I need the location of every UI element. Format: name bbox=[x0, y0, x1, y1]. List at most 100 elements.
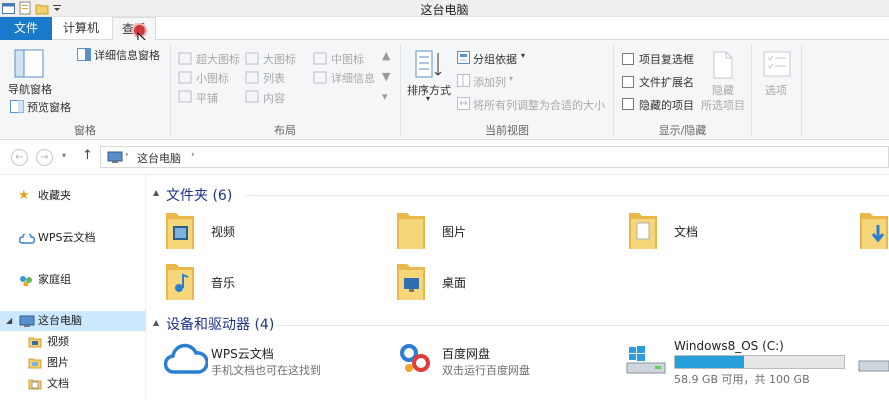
nav-item-this-pc[interactable]: ◢ 这台电脑 bbox=[0, 311, 146, 331]
item-checkboxes-checkbox[interactable] bbox=[622, 53, 634, 65]
layout-icons-col1 bbox=[178, 52, 192, 103]
nav-item-favorites[interactable]: ★ 收藏夹 bbox=[0, 186, 146, 206]
this-pc-icon bbox=[19, 315, 35, 327]
layout-extra-large-icons[interactable]: 超大图标 bbox=[196, 51, 240, 67]
layout-medium-icons[interactable]: 中图标 bbox=[331, 51, 364, 67]
layout-list[interactable]: 列表 bbox=[263, 70, 285, 86]
homegroup-icon bbox=[20, 276, 32, 287]
nav-item-videos[interactable]: 视频 bbox=[0, 332, 146, 352]
fit-columns-icon bbox=[457, 97, 470, 110]
layout-icons-col3 bbox=[313, 52, 327, 84]
options-icon bbox=[763, 51, 791, 77]
preview-pane-icon bbox=[10, 100, 24, 113]
window-title: 这台电脑 bbox=[420, 3, 469, 17]
windows-drive-icon bbox=[626, 346, 666, 374]
device-name: 百度网盘 bbox=[442, 347, 491, 361]
documents-folder-icon bbox=[629, 213, 657, 249]
title-bar: 这台电脑 bbox=[0, 0, 889, 17]
details-pane-icon bbox=[77, 48, 91, 61]
layout-scroll-up-icon[interactable]: ▲ bbox=[382, 49, 390, 62]
devices-collapse-icon[interactable]: ▲ bbox=[153, 318, 159, 327]
nav-item-wps-cloud[interactable]: WPS云文档 bbox=[0, 228, 146, 248]
nav-pane-label: 导航窗格 bbox=[8, 83, 52, 96]
show-hide-group-label: 显示/隐藏 bbox=[658, 124, 707, 137]
ribbon-separator bbox=[751, 44, 752, 136]
layout-content[interactable]: 内容 bbox=[263, 90, 285, 106]
device-subtitle: 58.9 GB 可用，共 100 GB bbox=[674, 373, 810, 386]
folder-label: 视频 bbox=[211, 225, 236, 239]
folders-section-header[interactable]: 文件夹 (6) bbox=[166, 185, 232, 205]
layout-expand-icon[interactable]: ▾ bbox=[382, 90, 388, 103]
nav-item-documents[interactable]: 文档 bbox=[0, 374, 146, 394]
nav-item-pictures[interactable]: 图片 bbox=[0, 353, 146, 373]
breadcrumb-separator-icon[interactable]: › bbox=[125, 150, 129, 160]
back-button[interactable]: ← bbox=[11, 149, 28, 166]
ribbon: 导航窗格 预览窗格 详细信息窗格 窗格 超大图标 大图标 中图标 小图标 列表 … bbox=[0, 40, 889, 140]
add-column-button[interactable]: 添加列 bbox=[473, 74, 506, 90]
nav-item-label: WPS云文档 bbox=[38, 231, 96, 244]
devices-section-header[interactable]: 设备和驱动器 (4) bbox=[166, 314, 274, 334]
content-area: ▲ 文件夹 (6) 视频 图片 文档 音乐 桌面 ▲ 设备和驱动器 (4) WP… bbox=[147, 175, 889, 400]
item-checkboxes-label: 项目复选框 bbox=[639, 53, 694, 66]
drive-usage-fill bbox=[675, 356, 745, 368]
drive-icon bbox=[858, 360, 889, 372]
layout-large-icons[interactable]: 大图标 bbox=[263, 51, 296, 67]
tab-file[interactable]: 文件 bbox=[0, 17, 52, 40]
group-by-icon bbox=[457, 51, 470, 64]
music-folder-icon bbox=[166, 264, 194, 300]
breadcrumb[interactable]: 这台电脑 bbox=[137, 150, 181, 166]
panes-group-label: 窗格 bbox=[74, 124, 96, 137]
folder-label: 文档 bbox=[674, 225, 699, 239]
group-by-dropdown-icon[interactable]: ▾ bbox=[521, 51, 525, 60]
up-button[interactable]: ↑ bbox=[82, 148, 93, 163]
nav-item-label: 图片 bbox=[47, 356, 69, 369]
nav-item-homegroup[interactable]: 家庭组 bbox=[0, 270, 146, 290]
ribbon-separator bbox=[801, 44, 802, 136]
recent-locations-icon[interactable]: ▾ bbox=[62, 151, 66, 160]
sort-icon bbox=[415, 50, 442, 78]
breadcrumb-separator-icon[interactable]: › bbox=[191, 150, 195, 160]
device-name: Windows8_OS (C:) bbox=[674, 339, 784, 353]
address-bar: ← → ▾ ↑ › 这台电脑 › bbox=[0, 141, 889, 175]
navigation-pane: ★ 收藏夹 WPS云文档 家庭组 ◢ 这台电脑 视频 图片 文档 bbox=[0, 175, 146, 400]
documents-folder-icon bbox=[28, 379, 42, 390]
wps-cloud-icon bbox=[164, 343, 208, 374]
desktop-folder-icon bbox=[397, 264, 425, 300]
layout-scroll-down-icon[interactable]: ▼ bbox=[382, 70, 390, 83]
nav-item-label: 视频 bbox=[47, 335, 69, 348]
nav-item-label: 文档 bbox=[47, 377, 69, 390]
nav-item-label: 收藏夹 bbox=[38, 189, 71, 202]
file-extensions-checkbox[interactable] bbox=[622, 76, 634, 88]
section-divider bbox=[245, 195, 889, 196]
cloud-icon bbox=[19, 234, 35, 244]
group-by-button[interactable]: 分组依据 bbox=[473, 51, 517, 67]
layout-small-icons[interactable]: 小图标 bbox=[196, 70, 229, 86]
folders-collapse-icon[interactable]: ▲ bbox=[153, 188, 159, 197]
forward-button[interactable]: → bbox=[36, 149, 53, 166]
hidden-items-label: 隐藏的项目 bbox=[639, 99, 694, 112]
fit-columns-button[interactable]: 将所有列调整为合适的大小 bbox=[473, 97, 605, 113]
file-extensions-label: 文件扩展名 bbox=[639, 76, 694, 89]
hide-selected-icon bbox=[713, 51, 733, 79]
baidu-netdisk-icon bbox=[400, 344, 430, 372]
layout-group-label: 布局 bbox=[274, 124, 296, 137]
tab-computer[interactable]: 计算机 bbox=[56, 17, 106, 40]
videos-folder-icon bbox=[166, 213, 194, 249]
layout-details[interactable]: 详细信息 bbox=[331, 70, 375, 86]
address-box[interactable]: › 这台电脑 › bbox=[100, 146, 889, 168]
drive-usage-bar bbox=[674, 355, 845, 369]
add-column-dropdown-icon[interactable]: ▾ bbox=[509, 74, 513, 83]
hidden-items-checkbox[interactable] bbox=[622, 98, 634, 110]
layout-tiles[interactable]: 平铺 bbox=[196, 90, 218, 106]
collapse-icon[interactable]: ◢ bbox=[6, 311, 12, 331]
nav-pane-icon bbox=[14, 49, 44, 78]
preview-pane-label: 预览窗格 bbox=[27, 101, 71, 114]
folder-label: 音乐 bbox=[211, 276, 236, 290]
pictures-folder-icon bbox=[397, 213, 425, 249]
device-name: WPS云文档 bbox=[211, 347, 274, 361]
this-pc-icon bbox=[107, 151, 123, 163]
options-label: 选项 bbox=[765, 84, 787, 97]
downloads-folder-icon bbox=[860, 213, 888, 249]
section-divider bbox=[275, 325, 889, 326]
details-pane-label: 详细信息窗格 bbox=[94, 49, 160, 62]
